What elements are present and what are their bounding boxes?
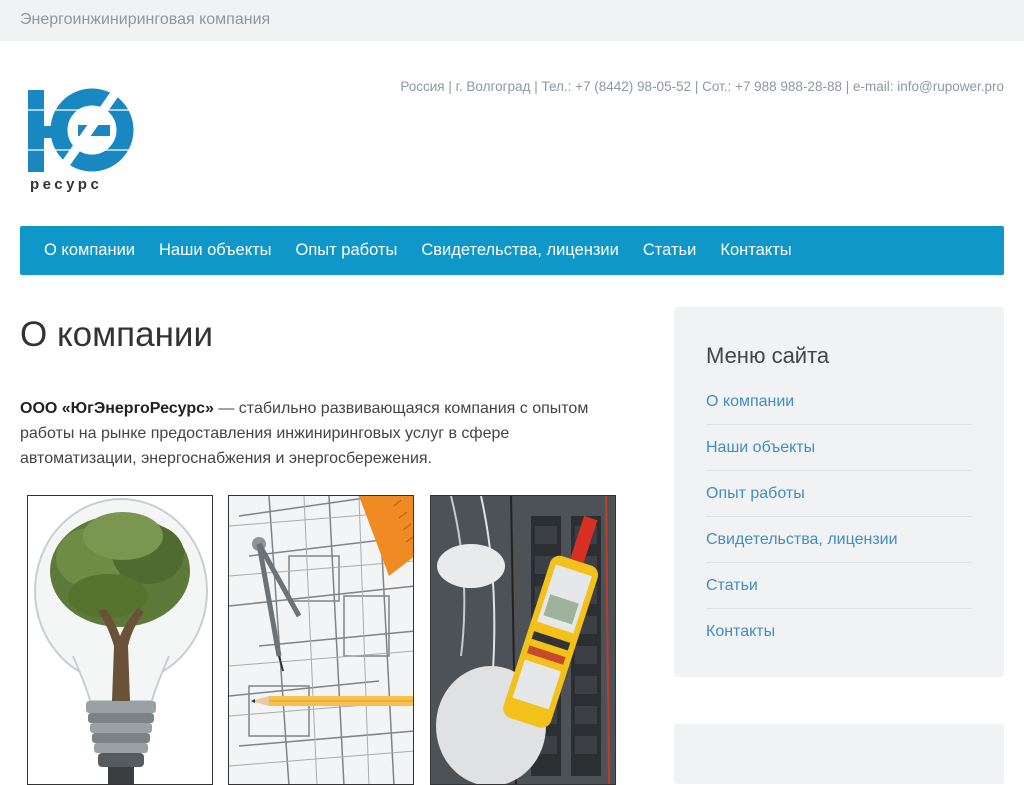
secondary-panel: [674, 724, 1004, 784]
top-bar: Энергоинжиниринговая компания: [0, 0, 1024, 41]
sidebar-item-experience[interactable]: Опыт работы: [706, 471, 972, 517]
company-logo[interactable]: ресурс: [26, 80, 134, 193]
sidebar-item-articles[interactable]: Статьи: [706, 563, 972, 609]
site-menu-panel: Меню сайта О компании Наши объекты Опыт …: [674, 307, 1004, 677]
sidebar-item-about[interactable]: О компании: [706, 379, 972, 425]
site-tagline: Энергоинжиниринговая компания: [20, 11, 271, 28]
logo-icon: ресурс: [28, 88, 134, 193]
main-nav: О компании Наши объекты Опыт работы Свид…: [20, 226, 1004, 275]
nav-item-about[interactable]: О компании: [32, 241, 147, 260]
header-contacts: Россия | г. Волгоград | Тел.: +7 (8442) …: [400, 79, 1004, 94]
page-title: О компании: [20, 315, 214, 354]
lightbulb-icon: [28, 496, 212, 784]
company-name: ООО «ЮгЭнергоРесурс»: [20, 400, 214, 417]
nav-item-licenses[interactable]: Свидетельства, лицензии: [409, 241, 631, 260]
nav-item-contacts[interactable]: Контакты: [708, 241, 803, 260]
nav-item-experience[interactable]: Опыт работы: [284, 241, 410, 260]
electrician-tester-image[interactable]: [430, 495, 616, 785]
electrician-icon: [431, 496, 615, 784]
nav-item-objects[interactable]: Наши объекты: [147, 241, 284, 260]
blueprint-icon: [229, 496, 413, 784]
nav-item-articles[interactable]: Статьи: [631, 241, 708, 260]
sidebar-title: Меню сайта: [706, 343, 830, 368]
sidebar-item-licenses[interactable]: Свидетельства, лицензии: [706, 517, 972, 563]
sidebar-item-contacts[interactable]: Контакты: [706, 609, 972, 654]
lightbulb-tree-image[interactable]: [27, 495, 213, 785]
logo-text: ресурс: [30, 176, 102, 192]
sidebar-item-objects[interactable]: Наши объекты: [706, 425, 972, 471]
intro-paragraph: ООО «ЮгЭнергоРесурс» — стабильно развива…: [20, 396, 620, 471]
blueprint-compass-image[interactable]: [228, 495, 414, 785]
